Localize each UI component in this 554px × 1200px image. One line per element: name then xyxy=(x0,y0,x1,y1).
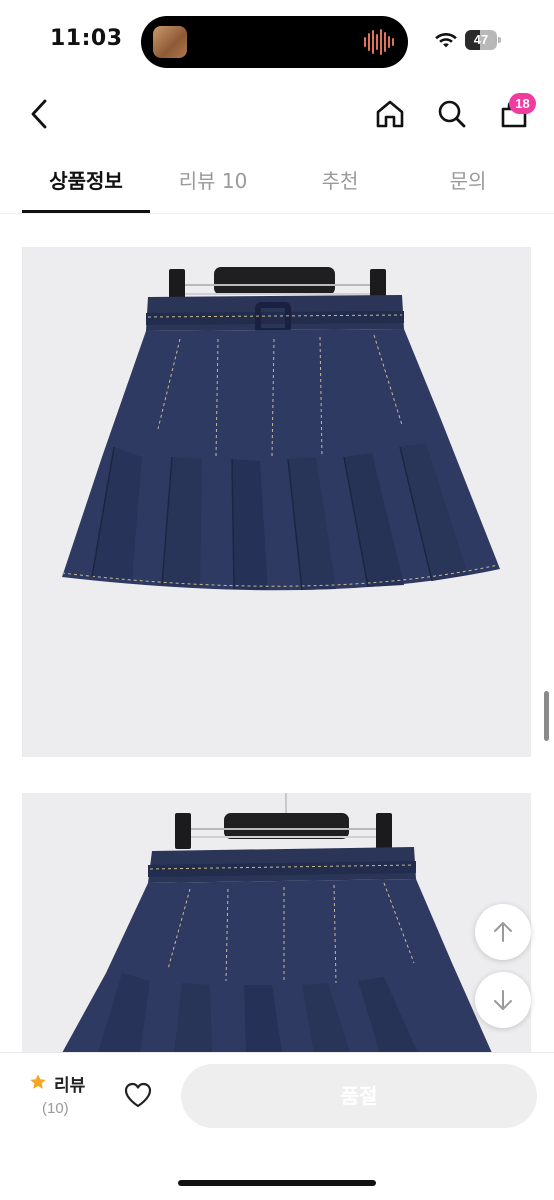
cart-count-badge: 18 xyxy=(509,93,536,114)
tab-product-info[interactable]: 상품정보 xyxy=(22,148,150,214)
arrow-up-icon xyxy=(494,922,512,942)
wifi-icon xyxy=(435,33,457,48)
scroll-bottom-button[interactable] xyxy=(475,972,531,1028)
chevron-left-icon xyxy=(31,99,47,129)
back-button[interactable] xyxy=(20,94,60,134)
now-playing-thumbnail xyxy=(153,26,187,58)
tab-reviews[interactable]: 리뷰 10 xyxy=(150,148,276,214)
search-button[interactable] xyxy=(432,94,472,134)
tab-inquiry[interactable]: 문의 xyxy=(404,148,532,214)
review-label[interactable]: 리뷰 xyxy=(54,1071,85,1096)
sold-out-button[interactable]: 품절 xyxy=(181,1064,537,1128)
wishlist-button[interactable] xyxy=(119,1076,157,1114)
product-image xyxy=(22,793,531,1053)
audio-wave-icon xyxy=(364,28,394,56)
status-time: 11:03 xyxy=(50,26,123,51)
product-image xyxy=(22,247,531,757)
home-button[interactable] xyxy=(370,94,410,134)
scroll-indicator[interactable] xyxy=(544,691,549,741)
search-icon xyxy=(438,100,466,128)
home-indicator xyxy=(178,1180,376,1186)
product-tabs: 상품정보 리뷰 10 추천 문의 xyxy=(0,148,554,214)
status-bar: 11:03 47 xyxy=(0,0,554,84)
heart-icon xyxy=(124,1082,152,1108)
review-count[interactable]: (10) xyxy=(42,1100,69,1117)
star-icon xyxy=(30,1074,46,1089)
top-nav xyxy=(0,84,554,146)
battery-level-text: 47 xyxy=(473,32,489,47)
dynamic-island[interactable] xyxy=(141,16,408,68)
tab-recommend[interactable]: 추천 xyxy=(276,148,404,214)
home-icon xyxy=(376,100,404,128)
tab-active-indicator xyxy=(22,210,150,213)
battery-icon: 47 xyxy=(465,30,501,50)
arrow-down-icon xyxy=(494,990,512,1010)
scroll-top-button[interactable] xyxy=(475,904,531,960)
